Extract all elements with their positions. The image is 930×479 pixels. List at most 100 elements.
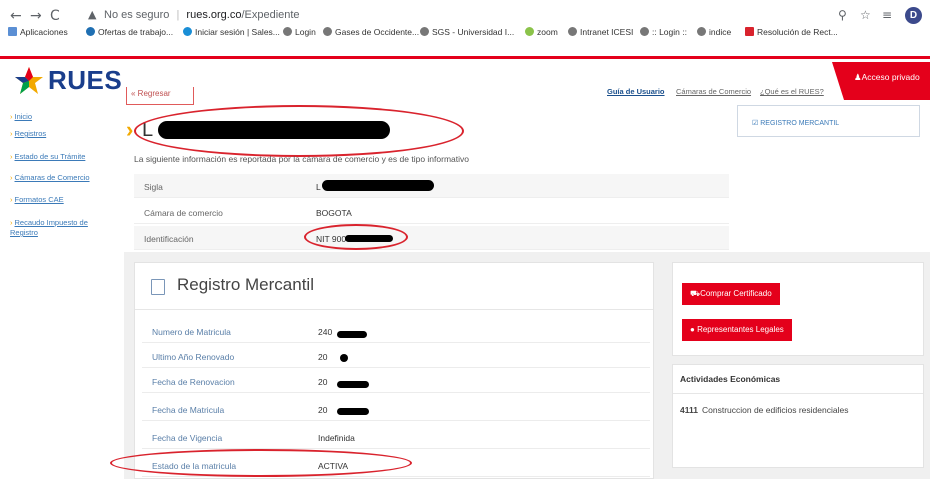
sidebar-item-tramite[interactable]: › Estado de su Trámite <box>10 152 85 161</box>
star-icon[interactable]: ☆ <box>860 8 871 22</box>
registry-badge[interactable]: ☑ REGISTRO MERCANTIL <box>737 105 920 137</box>
globe-icon <box>697 27 706 36</box>
card-title: Registro Mercantil <box>177 275 314 294</box>
url-path: /Expediente <box>241 9 300 21</box>
bookmark-item[interactable]: :: Login :: <box>640 27 687 37</box>
bookmark-apps[interactable]: Aplicaciones <box>8 27 68 37</box>
sidebar-item-recaudo[interactable]: › Recaudo Impuesto de Registro <box>10 218 100 238</box>
row-label: Fecha de Matricula <box>152 405 225 415</box>
chevron-right-icon: › <box>10 218 13 227</box>
forward-arrow-icon[interactable]: → <box>30 8 42 24</box>
bookmarks-bar: Aplicaciones Ofertas de trabajo... Inici… <box>0 24 930 44</box>
back-button[interactable]: « Regresar <box>126 87 194 105</box>
user-icon: ♟ <box>854 72 862 82</box>
chevron-right-icon: › <box>126 117 134 142</box>
globe-icon <box>420 27 429 36</box>
bookmark-item[interactable]: SGS - Universidad I... <box>420 27 514 37</box>
address-bar[interactable]: No es seguro | rues.org.co/Expediente <box>104 9 300 21</box>
profile-avatar[interactable]: D <box>905 7 922 24</box>
chevron-right-icon: › <box>10 173 13 182</box>
site-icon <box>86 27 95 36</box>
globe-icon <box>568 27 577 36</box>
row-value: 20 <box>318 352 328 362</box>
info-row: Cámara de comercio BOGOTA <box>134 200 729 224</box>
nav-guia-usuario[interactable]: Guía de Usuario <box>607 87 665 96</box>
buy-certificate-button[interactable]: ⛟Comprar Certificado <box>682 283 780 305</box>
row-label: Ultimo Año Renovado <box>152 352 235 362</box>
row-label: Numero de Matricula <box>152 327 231 337</box>
redaction-bar <box>337 408 369 415</box>
actions-card <box>672 262 924 356</box>
redaction-bar <box>340 354 348 362</box>
row-value: 20 <box>318 405 328 415</box>
chart-doc-icon <box>151 279 165 295</box>
nav-camaras[interactable]: Cámaras de Comercio <box>676 87 751 96</box>
bookmark-item[interactable]: Ofertas de trabajo... <box>86 27 173 37</box>
check-icon: ☑ <box>752 120 759 127</box>
row-label: Fecha de Vigencia <box>152 433 223 443</box>
row-value: Indefinida <box>318 433 355 443</box>
info-label: Sigla <box>144 182 163 192</box>
table-row: Fecha de Renovacion 20 <box>142 368 650 393</box>
info-row: Identificación NIT 900 <box>134 226 729 250</box>
globe-icon <box>640 27 649 36</box>
site-top-bar <box>0 56 930 59</box>
row-value: 20 <box>318 377 328 387</box>
redaction-bar <box>337 331 367 338</box>
nav-que-es-rues[interactable]: ¿Qué es el RUES? <box>760 87 824 96</box>
table-row: Fecha de Vigencia Indefinida <box>142 424 650 449</box>
reading-list-icon[interactable]: ≡ <box>882 8 892 22</box>
reload-icon[interactable]: C <box>50 8 60 24</box>
highlight-ellipse <box>134 105 464 157</box>
bookmark-item[interactable]: Login <box>283 27 316 37</box>
table-row: Numero de Matricula 240 <box>142 318 650 343</box>
activities-title: Actividades Económicas <box>680 374 781 384</box>
divider <box>673 393 923 394</box>
private-access-button[interactable]: ♟Acceso privado <box>832 62 930 100</box>
bookmark-item[interactable]: Intranet ICESI <box>568 27 633 37</box>
redaction-bar <box>322 180 434 191</box>
highlight-ellipse <box>304 224 408 250</box>
chevron-right-icon: › <box>10 112 13 121</box>
cloud-icon <box>183 27 192 36</box>
table-row: Ultimo Año Renovado 20 <box>142 343 650 368</box>
chevron-right-icon: › <box>10 152 13 161</box>
chevron-right-icon: › <box>10 195 13 204</box>
bookmark-item[interactable]: indice <box>697 27 731 37</box>
doc-icon <box>745 27 754 36</box>
bookmark-item[interactable]: Gases de Occidente... <box>323 27 419 37</box>
redaction-bar <box>337 381 369 388</box>
user-icon: ● <box>690 325 695 334</box>
bookmark-item[interactable]: zoom <box>525 27 558 37</box>
globe-icon <box>323 27 332 36</box>
row-value: 240 <box>318 327 333 337</box>
sidebar-item-formatos[interactable]: › Formatos CAE <box>10 195 64 204</box>
security-warning: No es seguro <box>104 9 170 21</box>
bookmark-item[interactable]: Iniciar sesión | Sales... <box>183 27 280 37</box>
activity-item: 4111 Construccion de edificios residencia… <box>680 405 849 415</box>
back-arrow-icon[interactable]: ← <box>10 8 22 24</box>
info-notice: La siguiente información es reportada po… <box>134 154 469 164</box>
site-logo[interactable]: RUES <box>48 65 122 96</box>
info-label: Identificación <box>144 234 194 244</box>
info-value: BOGOTA <box>316 208 352 218</box>
globe-icon <box>283 27 292 36</box>
divider <box>135 309 653 310</box>
chevron-right-icon: › <box>10 129 13 138</box>
info-label: Cámara de comercio <box>144 208 223 218</box>
info-value: L <box>316 182 321 192</box>
rues-star-logo-icon <box>15 67 43 94</box>
url-host: rues.org.co <box>186 9 242 21</box>
legal-representatives-button[interactable]: ● Representantes Legales <box>682 319 792 341</box>
bookmark-item[interactable]: Resolución de Rect... <box>745 27 838 37</box>
highlight-ellipse <box>110 449 412 477</box>
sidebar-item-camaras[interactable]: › Cámaras de Comercio <box>10 173 90 182</box>
table-row: Fecha de Matricula 20 <box>142 396 650 421</box>
zoom-icon[interactable]: ⚲ <box>838 8 847 22</box>
warning-icon: ▲ <box>88 8 97 21</box>
row-label: Fecha de Renovacion <box>152 377 235 387</box>
zoom-logo-icon <box>525 27 534 36</box>
cart-icon: ⛟ <box>690 289 701 298</box>
sidebar-item-registros[interactable]: › Registros <box>10 129 46 138</box>
sidebar-item-inicio[interactable]: › Inicio <box>10 112 32 121</box>
